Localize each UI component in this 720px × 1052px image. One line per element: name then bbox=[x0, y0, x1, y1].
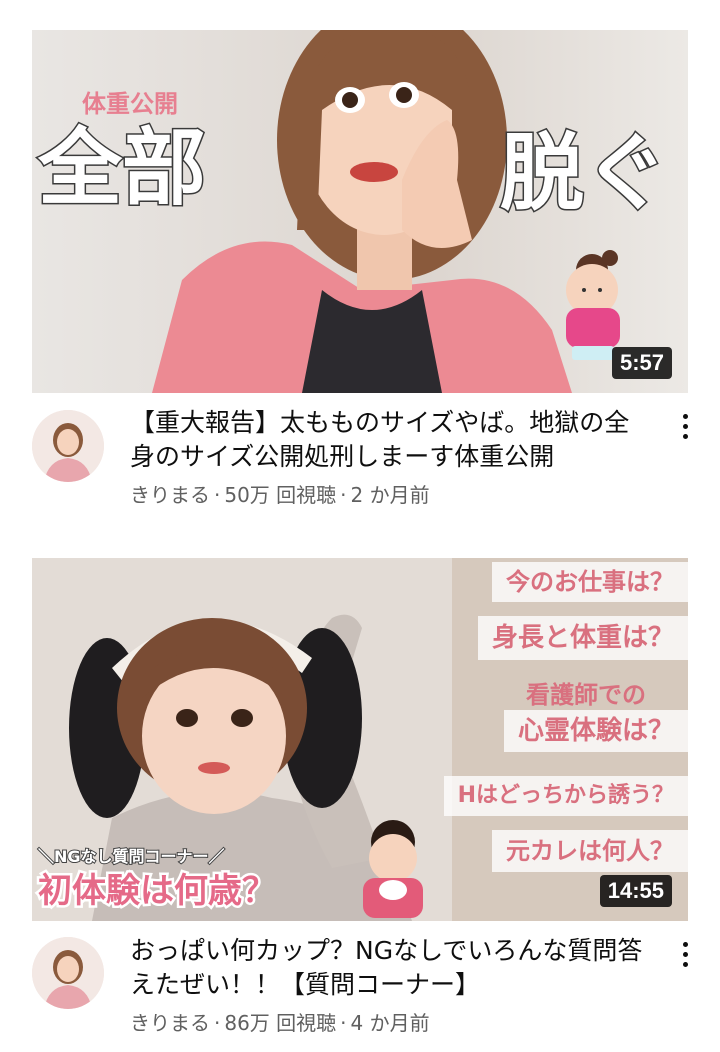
video-thumbnail[interactable]: 今のお仕事は？ 身長と体重は？ 看護師での 心霊体験は？ Hはどっちから誘う？ … bbox=[32, 558, 688, 921]
thumbnail-caption-small: 体重公開 bbox=[82, 90, 178, 118]
channel-avatar[interactable] bbox=[32, 410, 104, 482]
more-options-icon[interactable] bbox=[670, 934, 700, 974]
thumbnail-caption-right: 脱ぐ bbox=[498, 124, 669, 223]
channel-name[interactable]: きりまる bbox=[130, 1011, 210, 1035]
thumbnail-corner-label: ＼NGなし質問コーナー／ bbox=[37, 846, 226, 867]
video-title[interactable]: 【重大報告】太もものサイズやば。地獄の全身のサイズ公開処刑しまーす体重公開 bbox=[130, 406, 650, 474]
thumbnail-question: 元カレは何人？ bbox=[492, 830, 688, 872]
view-count: 86万 回視聴 bbox=[224, 1011, 337, 1035]
meta-separator: · bbox=[214, 1011, 221, 1035]
thumbnail-caption-left: 全部 bbox=[36, 119, 207, 218]
avatar-image bbox=[32, 937, 104, 1009]
thumbnail-question: Hはどっちから誘う？ bbox=[443, 776, 688, 816]
meta-separator: · bbox=[214, 483, 221, 507]
thumbnail-caption-bottom: 初体験は何歳？ bbox=[36, 869, 279, 914]
video-duration: 14:55 bbox=[599, 875, 672, 907]
video-metadata: きりまる · 50万 回視聴 · 2 か月前 bbox=[130, 482, 430, 508]
video-metadata: きりまる · 86万 回視聴 · 4 か月前 bbox=[130, 1010, 430, 1036]
channel-avatar[interactable] bbox=[32, 937, 104, 1009]
upload-age: 4 か月前 bbox=[350, 1011, 430, 1035]
thumbnail-question: 身長と体重は？ bbox=[477, 616, 688, 660]
channel-name[interactable]: きりまる bbox=[130, 483, 210, 507]
thumbnail-question: 心霊体験は？ bbox=[503, 710, 688, 752]
more-options-icon[interactable] bbox=[670, 406, 700, 446]
avatar-image bbox=[32, 410, 104, 482]
video-thumbnail[interactable]: 体重公開 全部 脱ぐ 5:57 bbox=[32, 30, 688, 393]
upload-age: 2 か月前 bbox=[350, 483, 430, 507]
view-count: 50万 回視聴 bbox=[224, 483, 337, 507]
thumbnail-question: 看護師での bbox=[526, 681, 646, 709]
meta-separator: · bbox=[340, 483, 347, 507]
meta-separator: · bbox=[340, 1011, 347, 1035]
video-duration: 5:57 bbox=[611, 347, 672, 379]
thumbnail-question: 今のお仕事は？ bbox=[492, 562, 688, 602]
video-title[interactable]: おっぱい何カップ？NGなしでいろんな質問答えたぜい！！【質問コーナー】 bbox=[130, 934, 650, 1002]
